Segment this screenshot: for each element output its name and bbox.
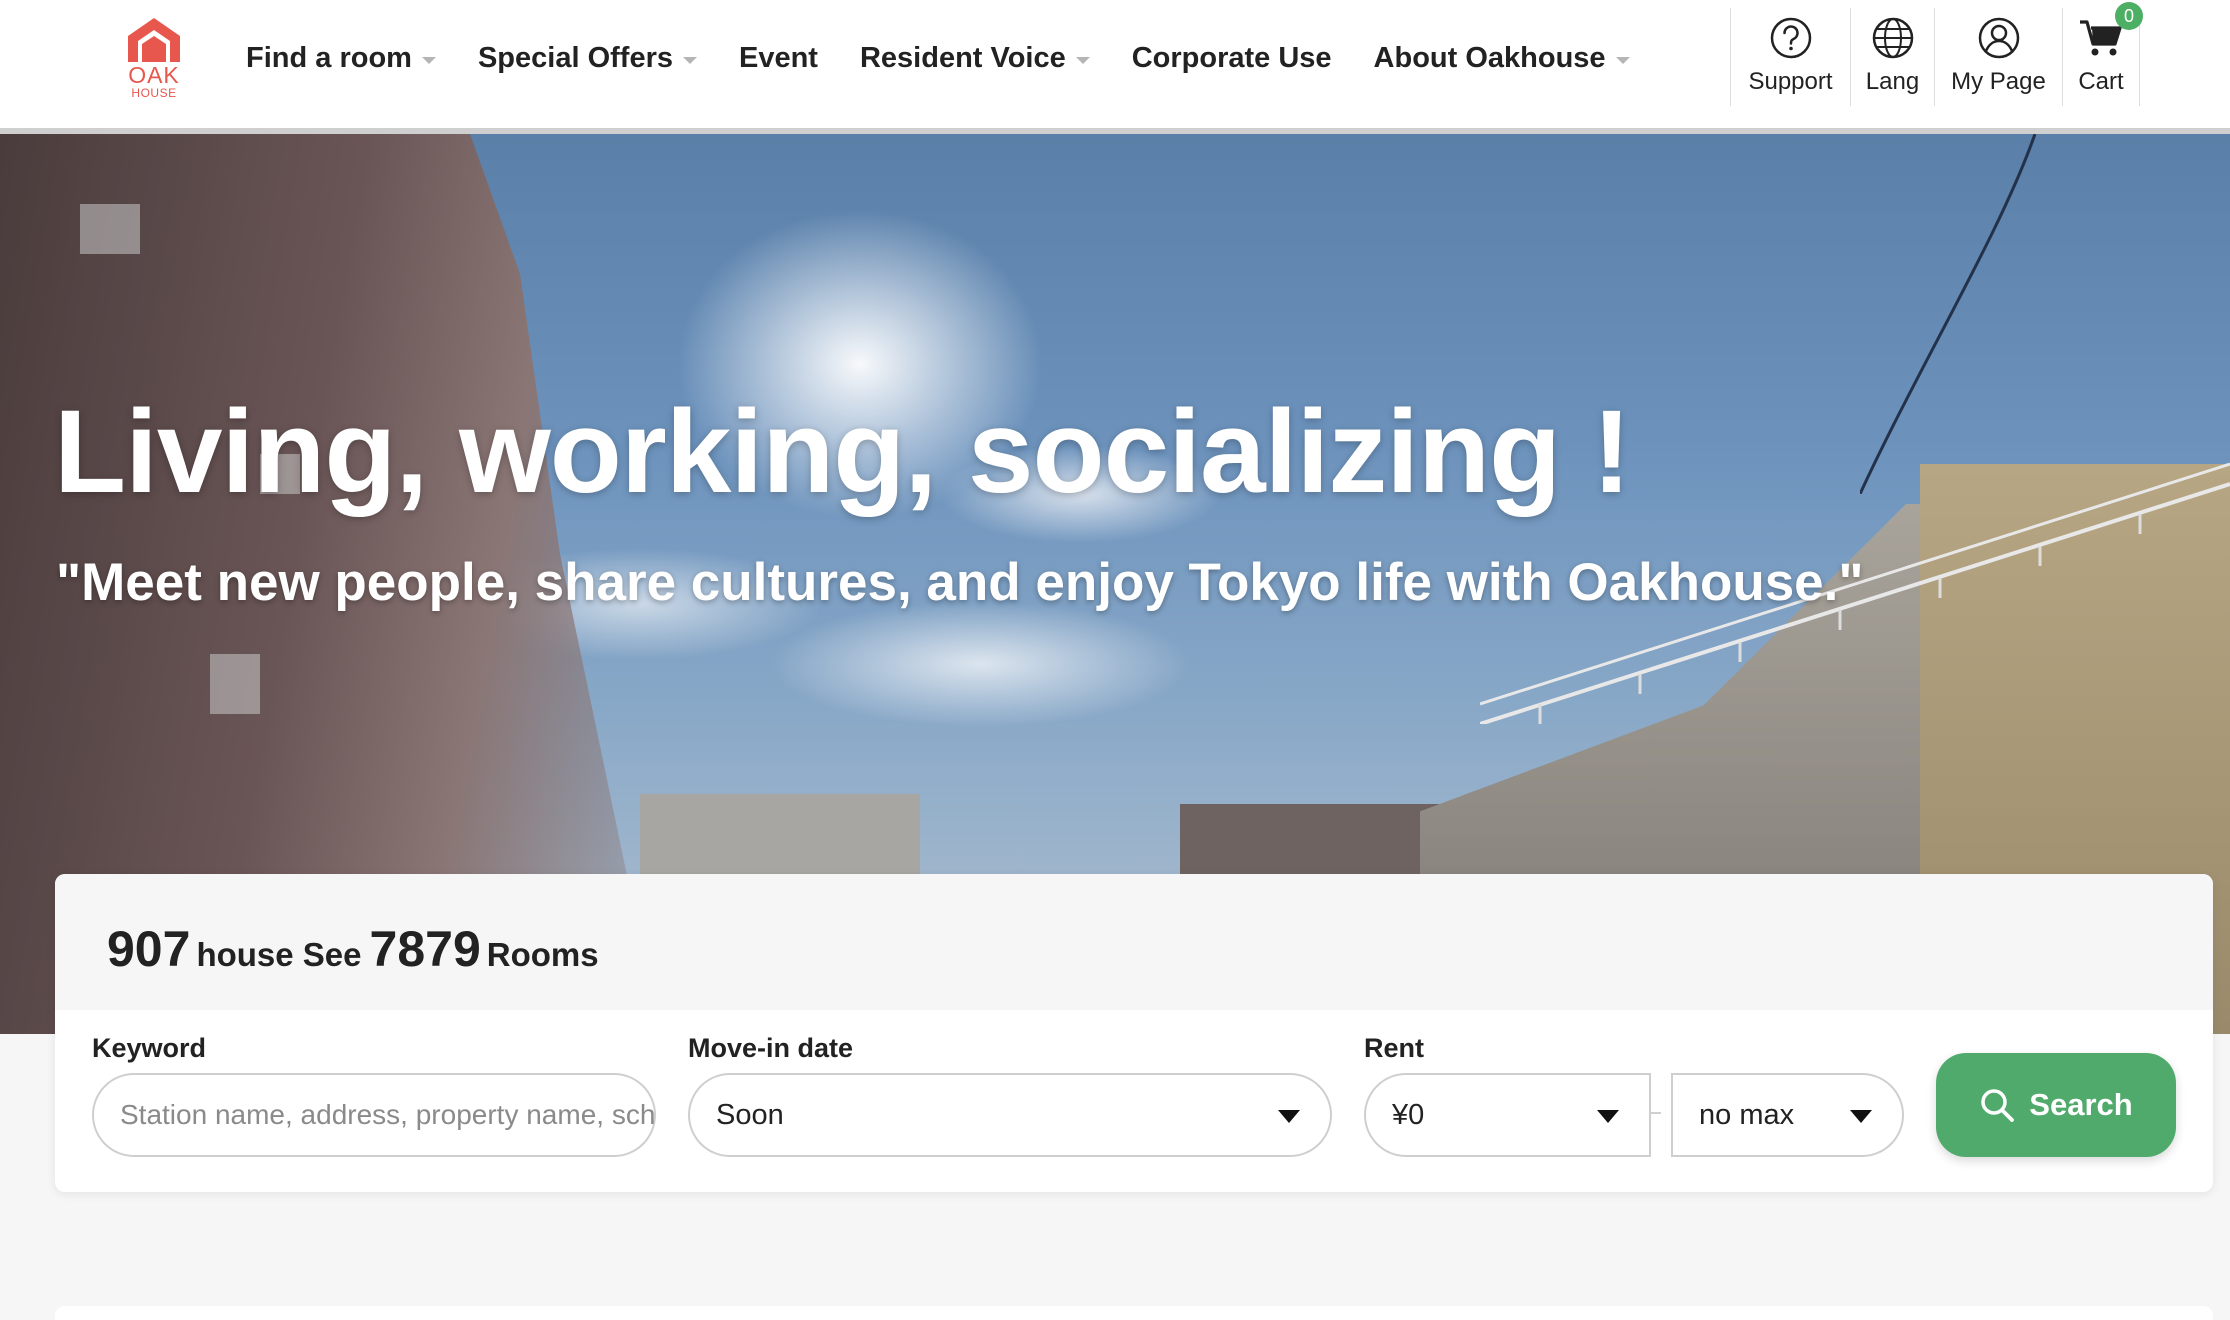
move-in-date-label: Move-in date <box>688 1033 854 1063</box>
nav-resident-voice[interactable]: Resident Voice <box>860 42 1090 75</box>
property-counts: 907 house See 7879 Rooms <box>107 920 607 978</box>
cart-button[interactable]: Cart 0 <box>2062 2 2143 106</box>
room-count-label: Rooms <box>486 936 599 973</box>
house-count-label: house See <box>196 936 362 973</box>
nav-label: Resident Voice <box>859 41 1066 74</box>
nav-find-a-room[interactable]: Find a room <box>246 42 436 75</box>
cart-count-badge: 0 <box>2115 2 2143 30</box>
site-header: OAK HOUSE Find a room Special Offers Eve… <box>0 0 2230 128</box>
power-line <box>1860 134 2037 494</box>
rent-max-value: no max <box>1699 1098 1795 1131</box>
keyword-input[interactable] <box>94 1075 654 1155</box>
user-icon <box>1978 17 2019 59</box>
rent-min-select[interactable]: ¥0 <box>1364 1073 1651 1157</box>
dropdown-arrow-icon <box>1850 1110 1872 1123</box>
main-nav: Find a room Special Offers Event Residen… <box>246 38 1672 78</box>
help-circle-icon <box>1770 17 1811 59</box>
my-page-label: My Page <box>1951 68 2046 95</box>
move-in-date-select[interactable]: Soon <box>688 1073 1332 1157</box>
dropdown-arrow-icon <box>1278 1110 1300 1123</box>
oakhouse-logo[interactable]: OAK HOUSE <box>124 16 184 100</box>
content-panel-top <box>55 1306 2213 1320</box>
nav-label: Find a room <box>246 41 412 74</box>
room-count: 7879 <box>369 921 481 977</box>
keyword-label: Keyword <box>92 1033 207 1063</box>
search-icon <box>1981 1089 2015 1122</box>
search-button[interactable]: Search <box>1936 1053 2176 1157</box>
hero-title: Living, working, socializing ! <box>54 386 1631 518</box>
house-icon <box>128 18 180 62</box>
my-page-button[interactable]: My Page <box>1934 8 2062 106</box>
rent-min-value: ¥0 <box>1392 1098 1425 1131</box>
logo-subtext: HOUSE <box>131 86 177 100</box>
nav-special-offers[interactable]: Special Offers <box>478 42 697 75</box>
nav-corporate-use[interactable]: Corporate Use <box>1132 42 1332 75</box>
nav-about-oakhouse[interactable]: About Oakhouse <box>1374 42 1630 75</box>
keyword-field[interactable] <box>92 1073 656 1157</box>
chevron-down-icon <box>682 56 697 64</box>
house-count: 907 <box>107 921 191 977</box>
rent-range-separator <box>1651 1112 1661 1114</box>
nav-label: Corporate Use <box>1131 41 1332 74</box>
lang-label: Lang <box>1865 68 1920 95</box>
chevron-down-icon <box>1615 56 1630 64</box>
support-button[interactable]: Support <box>1730 8 1850 106</box>
nav-event[interactable]: Event <box>739 42 818 75</box>
chevron-down-icon <box>1075 56 1090 64</box>
nav-label: About Oakhouse <box>1373 41 1606 74</box>
building-window <box>210 654 260 714</box>
dropdown-arrow-icon <box>1597 1110 1619 1123</box>
language-button[interactable]: Lang <box>1850 8 1934 106</box>
rent-max-select[interactable]: no max <box>1671 1073 1904 1157</box>
nav-label: Special Offers <box>477 41 673 74</box>
logo-text: OAK <box>128 62 180 88</box>
cart-label: Cart <box>2078 68 2124 95</box>
move-in-date-value: Soon <box>716 1098 784 1131</box>
support-label: Support <box>1748 68 1833 95</box>
building-window <box>80 204 140 254</box>
hero-subtitle: "Meet new people, share cultures, and en… <box>56 553 1864 612</box>
search-button-label: Search <box>2029 1087 2133 1122</box>
nav-label: Event <box>738 41 818 74</box>
rent-label: Rent <box>1364 1033 1424 1063</box>
chevron-down-icon <box>421 56 436 64</box>
globe-icon <box>1872 17 1913 59</box>
search-card-header: 907 house See 7879 Rooms <box>55 874 2213 1010</box>
